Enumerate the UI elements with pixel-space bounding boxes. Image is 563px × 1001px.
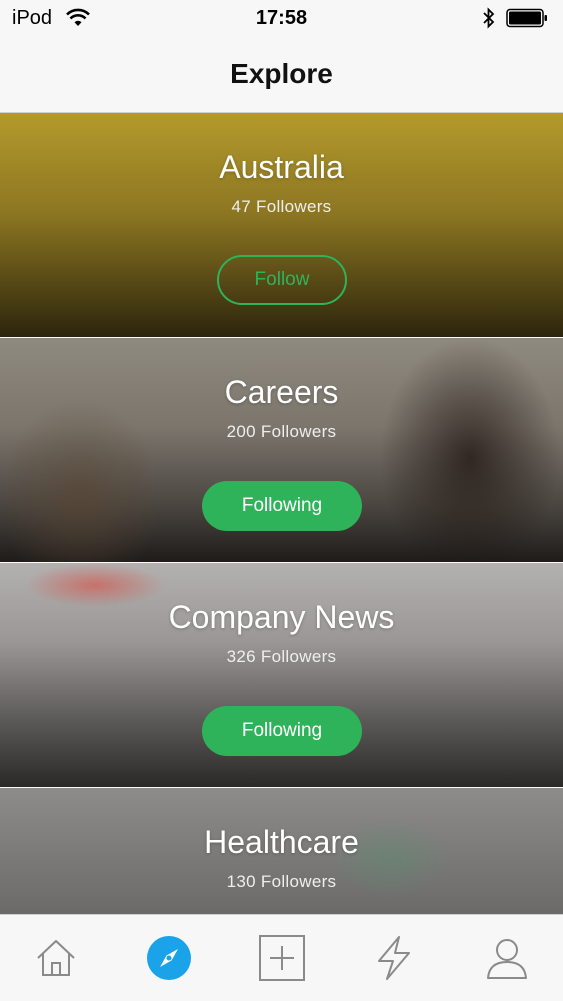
topic-card-australia[interactable]: Australia 47 Followers Follow	[0, 113, 563, 338]
follow-button[interactable]: Follow	[217, 255, 347, 305]
battery-icon	[506, 8, 547, 28]
tab-explore[interactable]	[144, 933, 194, 983]
tab-home[interactable]	[31, 933, 81, 983]
follower-count: 200 Followers	[226, 422, 337, 441]
lightning-icon	[378, 936, 410, 980]
tab-activity[interactable]	[369, 933, 419, 983]
status-bar: iPod 17:58	[0, 0, 563, 36]
status-time: 17:58	[255, 7, 308, 29]
topic-title: Healthcare	[204, 824, 359, 860]
compass-icon	[147, 936, 191, 980]
topic-title: Careers	[224, 374, 339, 410]
follower-count: 47 Followers	[231, 197, 332, 216]
topic-title: Company News	[168, 599, 395, 635]
page-title: Explore	[230, 58, 333, 89]
follower-count: 326 Followers	[226, 647, 337, 666]
topic-card-healthcare[interactable]: Healthcare 130 Followers	[0, 788, 563, 914]
plus-square-icon	[259, 935, 305, 981]
tab-bar	[0, 914, 563, 1001]
following-button[interactable]: Following	[202, 481, 362, 531]
bluetooth-icon	[483, 7, 495, 29]
topic-feed[interactable]: Australia 47 Followers Follow Careers 20…	[0, 113, 563, 914]
navigation-bar: Explore	[0, 36, 563, 113]
topic-card-careers[interactable]: Careers 200 Followers Following	[0, 338, 563, 563]
profile-icon	[487, 939, 527, 979]
follower-count: 130 Followers	[226, 872, 337, 891]
tab-create[interactable]	[257, 933, 307, 983]
following-button[interactable]: Following	[202, 706, 362, 756]
topic-card-company-news[interactable]: Company News 326 Followers Following	[0, 563, 563, 788]
tab-profile[interactable]	[482, 933, 532, 983]
topic-title: Australia	[219, 149, 344, 185]
home-icon	[37, 940, 75, 976]
